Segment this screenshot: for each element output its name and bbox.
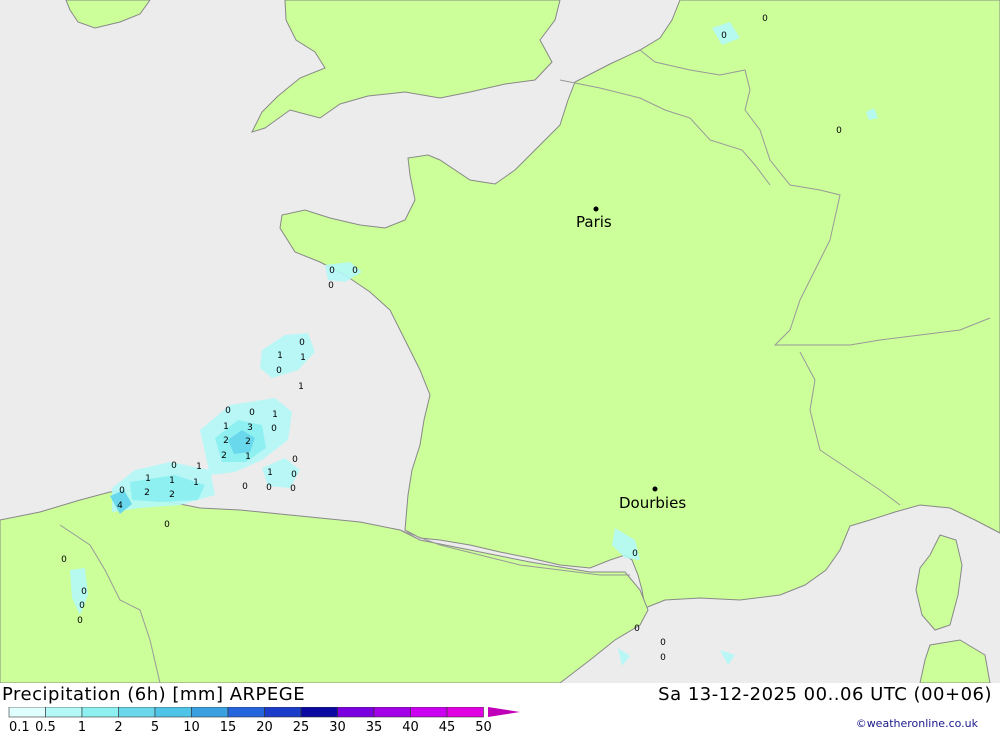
legend-label: 0.1 [9, 720, 30, 733]
legend-label: 0.5 [35, 720, 56, 733]
grid-value: 0 [291, 470, 297, 480]
legend-swatch [227, 707, 265, 718]
legend-label: 10 [183, 720, 200, 733]
legend-label: 5 [151, 720, 159, 733]
footer: Precipitation (6h) [mm] ARPEGE Sa 13-12-… [0, 683, 1000, 733]
grid-value: 1 [300, 353, 306, 363]
grid-value: 1 [196, 462, 202, 472]
grid-value: 2 [221, 451, 227, 461]
grid-value: 0 [61, 555, 67, 565]
grid-value: 0 [290, 484, 296, 494]
grid-value: 0 [164, 520, 170, 530]
city-label-dourbies: Dourbies [619, 494, 686, 512]
legend-label: 40 [402, 720, 419, 733]
legend-label: 20 [256, 720, 273, 733]
grid-value: 0 [276, 366, 282, 376]
grid-value: 2 [223, 436, 229, 446]
grid-value: 0 [836, 126, 842, 136]
map-canvas: Paris Dourbies 0 0 0 0 0 0 0 1 1 0 1 0 0… [0, 0, 1000, 684]
city-marker-dourbies [652, 486, 658, 492]
grid-value: 0 [271, 424, 277, 434]
legend-label: 35 [366, 720, 383, 733]
grid-value: 0 [292, 455, 298, 465]
legend-label: 30 [329, 720, 346, 733]
legend-label: 45 [439, 720, 456, 733]
credit-link[interactable]: ©weatheronline.co.uk [856, 717, 978, 730]
legend-labels: 0.1 0.5 1 2 5 10 15 20 25 30 35 40 45 50 [9, 720, 492, 733]
legend-label: 50 [475, 720, 492, 733]
legend-boxes [8, 707, 484, 718]
map-title: Precipitation (6h) [mm] ARPEGE [2, 684, 306, 705]
grid-value: 1 [245, 452, 251, 462]
grid-value: 0 [632, 549, 638, 559]
grid-value: 0 [660, 653, 666, 663]
grid-value: 0 [249, 408, 255, 418]
grid-value: 0 [721, 31, 727, 41]
legend-arrow [488, 707, 520, 717]
precipitation-map: Paris Dourbies 0 0 0 0 0 0 0 1 1 0 1 0 0… [0, 0, 1000, 684]
legend-label: 2 [114, 720, 122, 733]
legend-swatch [264, 707, 302, 718]
grid-value: 2 [144, 488, 150, 498]
grid-value: 0 [762, 14, 768, 24]
grid-value: 1 [169, 476, 175, 486]
legend-swatch [81, 707, 119, 718]
legend-swatch [300, 707, 338, 718]
grid-value: 0 [352, 266, 358, 276]
grid-value: 4 [117, 501, 123, 511]
grid-value: 0 [299, 338, 305, 348]
grid-value: 0 [329, 266, 335, 276]
legend-label: 25 [293, 720, 310, 733]
grid-value: 0 [81, 587, 87, 597]
legend-swatch [8, 707, 46, 718]
legend-swatch [446, 707, 484, 718]
grid-value: 1 [223, 422, 229, 432]
grid-value: 0 [328, 281, 334, 291]
grid-value: 0 [266, 483, 272, 493]
grid-value: 0 [242, 482, 248, 492]
legend-label: 1 [78, 720, 86, 733]
grid-value: 1 [145, 474, 151, 484]
legend-swatch [410, 707, 448, 718]
legend-swatch [373, 707, 411, 718]
grid-value: 0 [634, 624, 640, 634]
grid-value: 1 [277, 351, 283, 361]
grid-value: 1 [193, 478, 199, 488]
grid-value: 2 [245, 437, 251, 447]
grid-value: 0 [77, 616, 83, 626]
grid-value: 0 [225, 406, 231, 416]
grid-value: 0 [79, 601, 85, 611]
color-legend: 0.1 0.5 1 2 5 10 15 20 25 30 35 40 45 50 [8, 707, 520, 733]
grid-value: 3 [247, 423, 253, 433]
legend-swatch [191, 707, 229, 718]
legend-swatch [118, 707, 156, 718]
legend-label: 15 [220, 720, 237, 733]
city-label-paris: Paris [576, 213, 612, 231]
grid-value: 1 [272, 410, 278, 420]
legend-swatch [337, 707, 375, 718]
grid-value: 2 [169, 490, 175, 500]
grid-value: 0 [119, 486, 125, 496]
grid-value: 1 [298, 382, 304, 392]
legend-swatch [45, 707, 83, 718]
grid-value: 0 [660, 638, 666, 648]
city-marker-paris [593, 206, 599, 212]
grid-value: 0 [171, 461, 177, 471]
valid-time: Sa 13-12-2025 00..06 UTC (00+06) [658, 684, 992, 705]
legend-swatch [154, 707, 192, 718]
grid-value: 1 [267, 468, 273, 478]
